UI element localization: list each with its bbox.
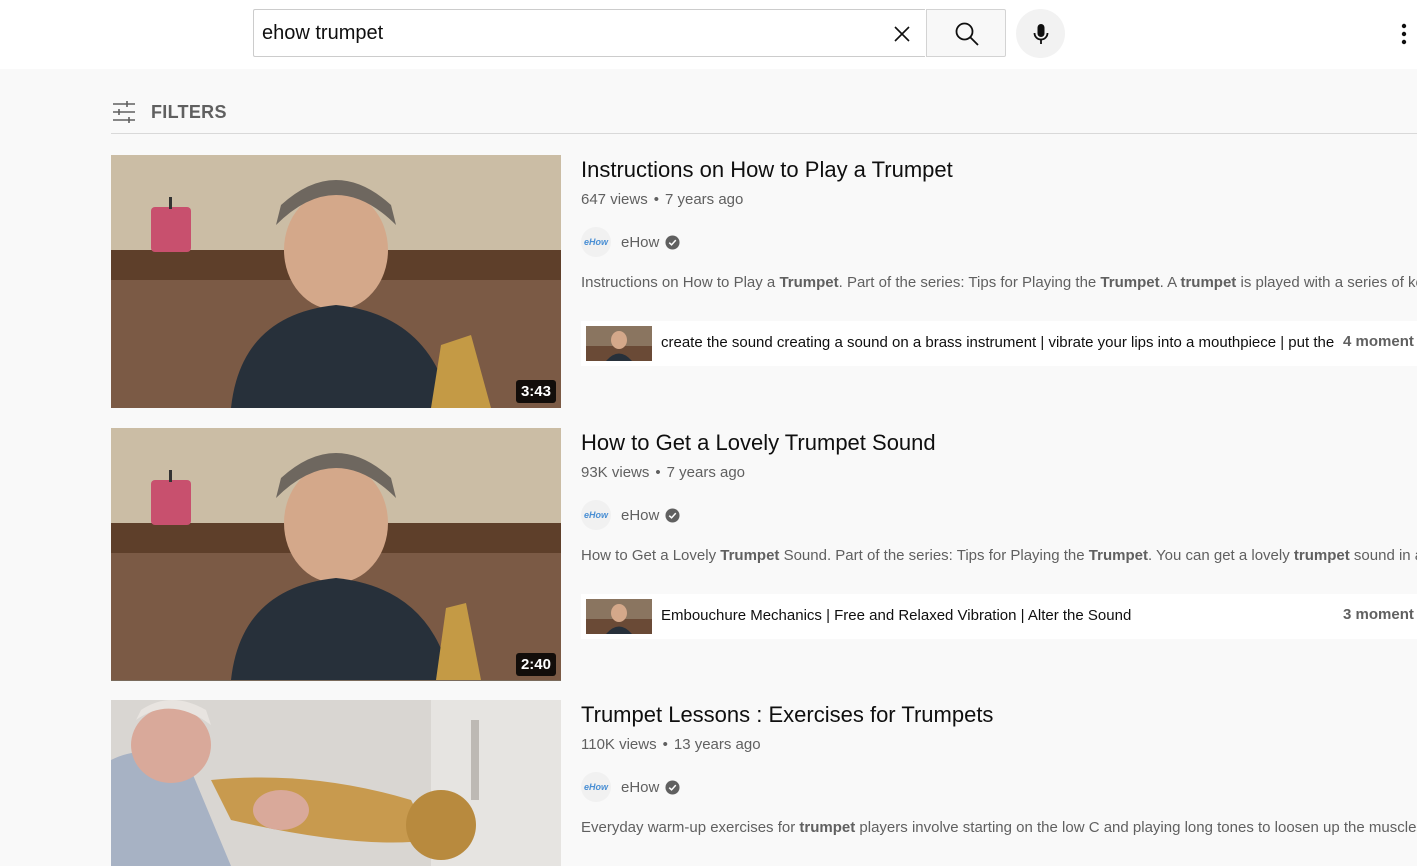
key-moments[interactable]: Embouchure Mechanics | Free and Relaxed …	[581, 594, 1417, 639]
video-duration: 3:43	[515, 380, 556, 403]
video-thumbnail[interactable]	[111, 700, 561, 866]
description-text: . A	[1159, 274, 1181, 291]
view-count: 647 views	[581, 191, 648, 208]
channel-avatar[interactable]: eHow	[581, 227, 611, 257]
description-text: . You can get a lovely	[1147, 547, 1294, 564]
description-keyword: Trumpet	[1088, 547, 1148, 564]
description-text: . Part of the series: Tips for Playing t…	[838, 274, 1101, 291]
verified-badge-icon	[665, 779, 680, 795]
description-text: Sound. Part of the series: Tips for Play…	[779, 547, 1089, 564]
description-keyword: trumpet	[799, 819, 856, 836]
header: ehow trumpet	[0, 0, 1417, 69]
upload-age: 7 years ago	[664, 191, 744, 208]
channel-avatar[interactable]: eHow	[581, 772, 611, 802]
description-keyword: Trumpet	[1100, 274, 1160, 291]
channel-name[interactable]: eHow	[621, 507, 659, 524]
more-options-icon[interactable]	[1392, 20, 1416, 48]
video-thumbnail[interactable]: 3:43	[111, 155, 561, 408]
upload-age: 7 years ago	[666, 464, 746, 481]
thumbnail-image	[111, 700, 561, 866]
video-title[interactable]: Trumpet Lessons : Exercises for Trumpets	[581, 702, 993, 728]
voice-search-button[interactable]	[1016, 9, 1065, 58]
clear-search-icon[interactable]	[890, 22, 914, 46]
microphone-icon	[1033, 24, 1049, 44]
view-count: 110K views	[581, 736, 657, 753]
verified-badge-icon	[665, 507, 680, 523]
video-duration: 2:40	[515, 653, 556, 676]
description-keyword: Trumpet	[779, 274, 839, 291]
channel-link[interactable]: eHow eHow	[581, 500, 680, 530]
description-keyword: Trumpet	[720, 547, 780, 564]
video-result[interactable]: 2:40 How to Get a Lovely Trumpet Sound 9…	[111, 428, 1417, 681]
key-moments[interactable]: create the sound creating a sound on a b…	[581, 321, 1417, 366]
description-text: How to Get a Lovely	[581, 547, 721, 564]
search-button[interactable]	[926, 9, 1006, 57]
search-input[interactable]: ehow trumpet	[253, 9, 925, 57]
video-meta: 110K views • 13 years ago	[581, 736, 761, 753]
description-keyword: trumpet	[1293, 547, 1350, 564]
video-thumbnail[interactable]: 2:40	[111, 428, 561, 681]
verified-badge-icon	[665, 234, 680, 250]
search-icon	[955, 22, 979, 46]
filters-divider	[111, 133, 1417, 134]
video-title[interactable]: Instructions on How to Play a Trumpet	[581, 157, 953, 183]
filters-label: FILTERS	[151, 101, 227, 122]
description-keyword: trumpet	[1180, 274, 1237, 291]
channel-name[interactable]: eHow	[621, 234, 659, 251]
video-meta: 647 views • 7 years ago	[581, 191, 744, 208]
video-meta: 93K views • 7 years ago	[581, 464, 746, 481]
moments-text: create the sound creating a sound on a b…	[661, 334, 1335, 351]
view-count: 93K views	[581, 464, 650, 481]
filters-icon	[113, 101, 135, 123]
moments-count[interactable]: 3 moment	[1343, 606, 1414, 623]
video-result[interactable]: 3:43 Instructions on How to Play a Trump…	[111, 155, 1417, 408]
thumbnail-image	[111, 428, 561, 680]
upload-age: 13 years ago	[673, 736, 761, 753]
video-description: How to Get a Lovely Trumpet Sound. Part …	[581, 547, 1417, 564]
filters-button[interactable]: FILTERS	[111, 96, 227, 128]
moments-count[interactable]: 4 moment	[1343, 333, 1414, 350]
description-text: Instructions on How to Play a	[581, 274, 780, 291]
channel-avatar[interactable]: eHow	[581, 500, 611, 530]
search-query-text[interactable]: ehow trumpet	[262, 22, 383, 45]
video-description: Instructions on How to Play a Trumpet. P…	[581, 274, 1417, 291]
description-text: is played with a series of key	[1236, 274, 1417, 291]
thumbnail-image	[111, 155, 561, 408]
moment-thumbnail[interactable]	[586, 599, 652, 634]
video-description: Everyday warm-up exercises for trumpet p…	[581, 819, 1417, 836]
description-text: players involve starting on the low C an…	[855, 819, 1417, 836]
channel-name[interactable]: eHow	[621, 779, 659, 796]
channel-link[interactable]: eHow eHow	[581, 772, 680, 802]
moments-text: Embouchure Mechanics | Free and Relaxed …	[661, 607, 1132, 624]
description-text: Everyday warm-up exercises for	[581, 819, 800, 836]
moment-thumbnail[interactable]	[586, 326, 652, 361]
video-result[interactable]: Trumpet Lessons : Exercises for Trumpets…	[111, 700, 1417, 866]
video-title[interactable]: How to Get a Lovely Trumpet Sound	[581, 430, 936, 456]
description-text: sound in a ...	[1353, 547, 1417, 564]
channel-link[interactable]: eHow eHow	[581, 227, 680, 257]
